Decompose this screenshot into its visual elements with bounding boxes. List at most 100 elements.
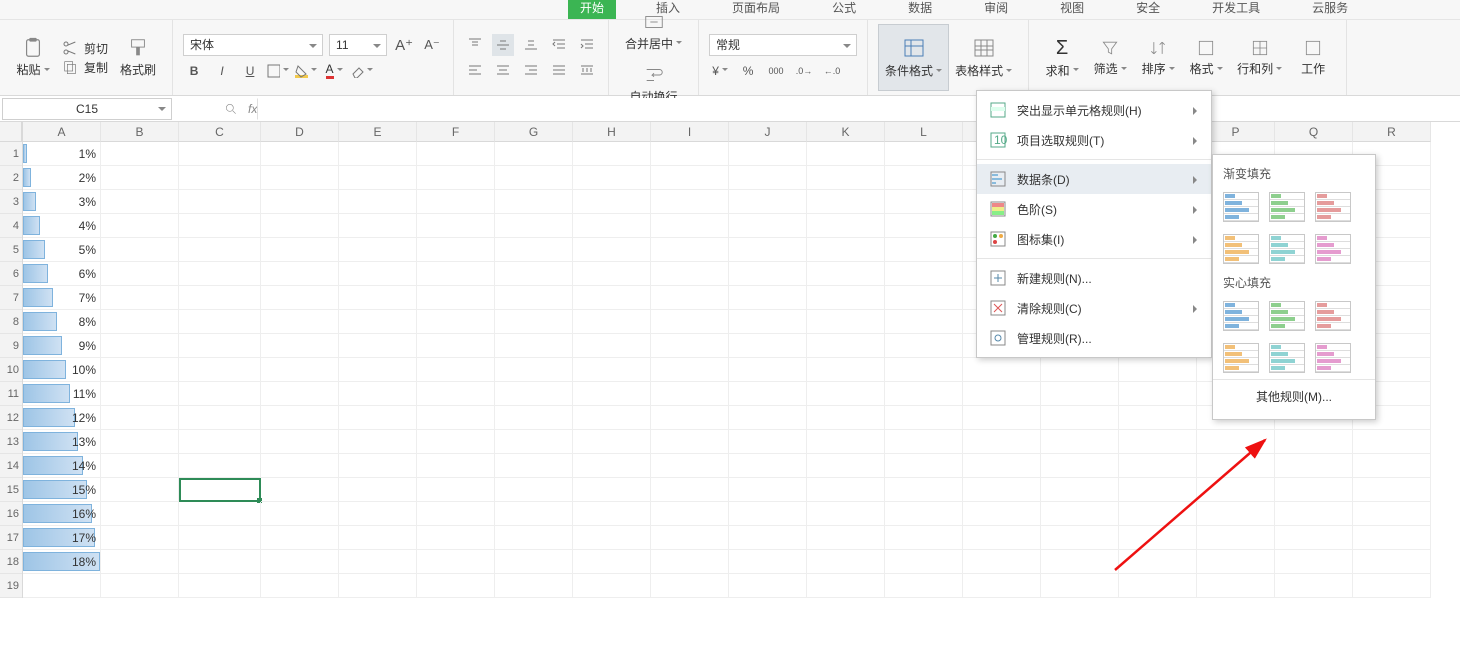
cut-button[interactable]: 剪切 bbox=[62, 40, 108, 57]
row-header-12[interactable]: 12 bbox=[0, 406, 22, 430]
col-header-Q[interactable]: Q bbox=[1275, 122, 1353, 142]
cell-H8[interactable] bbox=[573, 310, 651, 334]
cell-E12[interactable] bbox=[339, 406, 417, 430]
col-header-G[interactable]: G bbox=[495, 122, 573, 142]
cell-L15[interactable] bbox=[885, 478, 963, 502]
cell-J2[interactable] bbox=[729, 166, 807, 190]
cell-B14[interactable] bbox=[101, 454, 179, 478]
row-header-7[interactable]: 7 bbox=[0, 286, 22, 310]
cell-F9[interactable] bbox=[417, 334, 495, 358]
cell-L17[interactable] bbox=[885, 526, 963, 550]
tab-review[interactable]: 审阅 bbox=[972, 0, 1020, 19]
cell-C4[interactable] bbox=[179, 214, 261, 238]
tab-cloud[interactable]: 云服务 bbox=[1300, 0, 1360, 19]
row-header-10[interactable]: 10 bbox=[0, 358, 22, 382]
cell-L6[interactable] bbox=[885, 262, 963, 286]
row-header-4[interactable]: 4 bbox=[0, 214, 22, 238]
cell-C12[interactable] bbox=[179, 406, 261, 430]
cell-G19[interactable] bbox=[495, 574, 573, 598]
cell-M10[interactable] bbox=[963, 358, 1041, 382]
cell-L12[interactable] bbox=[885, 406, 963, 430]
cell-B16[interactable] bbox=[101, 502, 179, 526]
cell-J12[interactable] bbox=[729, 406, 807, 430]
cell-N16[interactable] bbox=[1041, 502, 1119, 526]
cell-B9[interactable] bbox=[101, 334, 179, 358]
menu-clear-rules[interactable]: 清除规则(C) bbox=[977, 293, 1211, 323]
tab-view[interactable]: 视图 bbox=[1048, 0, 1096, 19]
cell-A12[interactable]: 12% bbox=[23, 406, 101, 430]
clear-format-button[interactable] bbox=[351, 60, 373, 82]
cell-J10[interactable] bbox=[729, 358, 807, 382]
cell-E11[interactable] bbox=[339, 382, 417, 406]
cell-A9[interactable]: 9% bbox=[23, 334, 101, 358]
cell-L13[interactable] bbox=[885, 430, 963, 454]
align-left-button[interactable] bbox=[464, 60, 486, 82]
align-top-button[interactable] bbox=[464, 34, 486, 56]
cell-E2[interactable] bbox=[339, 166, 417, 190]
cell-D8[interactable] bbox=[261, 310, 339, 334]
cell-I13[interactable] bbox=[651, 430, 729, 454]
formula-input[interactable] bbox=[257, 98, 1460, 120]
cell-A10[interactable]: 10% bbox=[23, 358, 101, 382]
databar-solid-blue[interactable] bbox=[1223, 301, 1259, 331]
cell-K15[interactable] bbox=[807, 478, 885, 502]
cell-R16[interactable] bbox=[1353, 502, 1431, 526]
row-header-5[interactable]: 5 bbox=[0, 238, 22, 262]
databar-solid-orange[interactable] bbox=[1223, 343, 1259, 373]
cell-F11[interactable] bbox=[417, 382, 495, 406]
cell-I8[interactable] bbox=[651, 310, 729, 334]
cell-D6[interactable] bbox=[261, 262, 339, 286]
dec-decimal-button[interactable]: ←.0 bbox=[821, 60, 843, 82]
tab-layout[interactable]: 页面布局 bbox=[720, 0, 792, 19]
cell-E18[interactable] bbox=[339, 550, 417, 574]
cell-A5[interactable]: 5% bbox=[23, 238, 101, 262]
cell-B5[interactable] bbox=[101, 238, 179, 262]
cell-D9[interactable] bbox=[261, 334, 339, 358]
cell-H12[interactable] bbox=[573, 406, 651, 430]
cell-L14[interactable] bbox=[885, 454, 963, 478]
databar-gradient-pink[interactable] bbox=[1315, 234, 1351, 264]
col-header-K[interactable]: K bbox=[807, 122, 885, 142]
cell-H1[interactable] bbox=[573, 142, 651, 166]
cell-G2[interactable] bbox=[495, 166, 573, 190]
cell-E7[interactable] bbox=[339, 286, 417, 310]
cell-N19[interactable] bbox=[1041, 574, 1119, 598]
grow-font-button[interactable]: A⁺ bbox=[393, 34, 415, 56]
cell-F6[interactable] bbox=[417, 262, 495, 286]
inc-decimal-button[interactable]: .0→ bbox=[793, 60, 815, 82]
cell-E1[interactable] bbox=[339, 142, 417, 166]
col-header-I[interactable]: I bbox=[651, 122, 729, 142]
cell-E3[interactable] bbox=[339, 190, 417, 214]
databar-gradient-orange[interactable] bbox=[1223, 234, 1259, 264]
tab-home[interactable]: 开始 bbox=[568, 0, 616, 19]
menu-data-bars[interactable]: 数据条(D) bbox=[977, 164, 1211, 194]
cell-B15[interactable] bbox=[101, 478, 179, 502]
cell-B6[interactable] bbox=[101, 262, 179, 286]
cell-K16[interactable] bbox=[807, 502, 885, 526]
row-header-17[interactable]: 17 bbox=[0, 526, 22, 550]
cell-H16[interactable] bbox=[573, 502, 651, 526]
cell-I18[interactable] bbox=[651, 550, 729, 574]
col-header-H[interactable]: H bbox=[573, 122, 651, 142]
row-header-8[interactable]: 8 bbox=[0, 310, 22, 334]
row-header-11[interactable]: 11 bbox=[0, 382, 22, 406]
cell-A1[interactable]: 1% bbox=[23, 142, 101, 166]
cell-F10[interactable] bbox=[417, 358, 495, 382]
cell-C18[interactable] bbox=[179, 550, 261, 574]
cell-C6[interactable] bbox=[179, 262, 261, 286]
cell-B17[interactable] bbox=[101, 526, 179, 550]
cell-D15[interactable] bbox=[261, 478, 339, 502]
cell-J3[interactable] bbox=[729, 190, 807, 214]
cell-A2[interactable]: 2% bbox=[23, 166, 101, 190]
more-rules-button[interactable]: 其他规则(M)... bbox=[1213, 379, 1375, 413]
col-header-D[interactable]: D bbox=[261, 122, 339, 142]
bold-button[interactable]: B bbox=[183, 60, 205, 82]
cell-H15[interactable] bbox=[573, 478, 651, 502]
cell-G1[interactable] bbox=[495, 142, 573, 166]
cell-I3[interactable] bbox=[651, 190, 729, 214]
merge-button[interactable]: 合并居中 bbox=[619, 7, 688, 56]
cell-B2[interactable] bbox=[101, 166, 179, 190]
databar-gradient-blue[interactable] bbox=[1223, 192, 1259, 222]
cell-C7[interactable] bbox=[179, 286, 261, 310]
cell-D11[interactable] bbox=[261, 382, 339, 406]
